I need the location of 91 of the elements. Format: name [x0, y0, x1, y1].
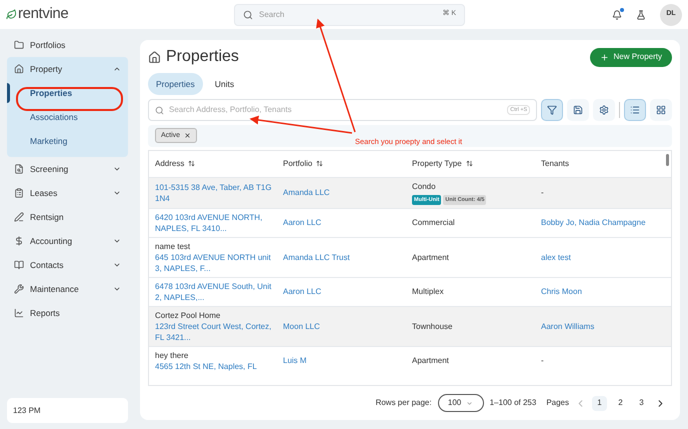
rows-per-page-label: Rows per page: [376, 397, 432, 410]
sidebar-subitem[interactable]: Properties [30, 86, 72, 100]
house-icon [14, 64, 24, 74]
folder-icon [14, 40, 24, 50]
tenant-link[interactable]: Chris Moon [541, 286, 665, 298]
save-view-button[interactable] [567, 99, 590, 121]
save-icon [573, 105, 584, 115]
list-icon [630, 105, 640, 115]
grid-icon [656, 105, 666, 115]
clipboard-icon [14, 188, 24, 198]
page-button[interactable]: 2 [613, 396, 628, 411]
sidebar-item[interactable]: Accounting [7, 229, 128, 253]
sidebar-item[interactable]: Leases [7, 181, 128, 205]
property-type: Townhouse [412, 320, 454, 333]
sort-icon [188, 160, 196, 168]
pen-icon [14, 212, 24, 222]
leaf-logo-icon [6, 9, 17, 20]
column-header[interactable]: Portfolio [283, 158, 324, 170]
sort-icon [466, 160, 473, 168]
sidebar-item[interactable]: Maintenance [7, 277, 128, 301]
flask-icon[interactable] [636, 10, 646, 20]
address-link[interactable]: 645 103rd AVENUE NORTH unit 3, NAPLES, F... [155, 252, 275, 274]
portfolio-link[interactable]: Amanda LLC [283, 187, 412, 200]
tenant-text: - [541, 187, 545, 200]
tenant-link[interactable]: Bobby Jo, Nadia Champagne [541, 217, 665, 230]
search-icon [155, 106, 164, 114]
portfolio-link[interactable]: Aaron LLC [283, 286, 412, 298]
column-header[interactable]: Property Type [412, 158, 473, 170]
tenant-text: - [541, 355, 545, 368]
chart-icon [14, 308, 24, 318]
settings-button[interactable] [593, 99, 616, 121]
property-name: Cortez Pool Home [155, 310, 222, 322]
sidebar-item[interactable]: Reports [7, 301, 128, 325]
portfolio-link[interactable]: Moon LLC [283, 320, 412, 333]
tab[interactable]: Properties [148, 73, 203, 95]
portfolio-link[interactable]: Aaron LLC [283, 217, 412, 230]
search-placeholder: Search [259, 8, 286, 20]
sidebar-item[interactable]: Contacts [7, 253, 128, 277]
tab[interactable]: Units [206, 73, 242, 95]
property-type: Apartment [412, 252, 450, 264]
pages-label: Pages [546, 397, 569, 410]
table-row[interactable]: Cortez Pool Home 123rd Street Court West, Cortez, FL 3421... Moon LLC Townhouse Aaron Williams [149, 306, 671, 346]
house-icon [148, 50, 161, 64]
portfolio-link[interactable]: Luis M [283, 355, 412, 368]
property-name: name test [155, 241, 192, 252]
portfolio-link[interactable]: Amanda LLC Trust [283, 252, 412, 264]
list-view-button[interactable] [624, 99, 646, 121]
page-button[interactable]: 1 [592, 396, 607, 411]
address-link[interactable]: 6478 103rd AVENUE South, Unit 2, NAPLES,... [155, 281, 275, 304]
tenant-link[interactable]: alex test [541, 252, 665, 264]
property-type: Multiplex [412, 286, 445, 298]
property-type: Condo [412, 180, 437, 193]
address-link[interactable]: 4565 12th St NE, Naples, FL [155, 361, 275, 372]
logo-text: rentvine [18, 4, 68, 24]
property-type: Apartment [412, 355, 450, 368]
sidebar-subitem[interactable]: Associations [30, 110, 78, 124]
page-title: Properties [166, 47, 240, 67]
plus-icon [600, 52, 609, 62]
property-type: Commercial [412, 217, 456, 230]
filter-icon [547, 105, 558, 115]
scrollbar[interactable] [666, 154, 669, 166]
notification-button[interactable] [612, 10, 622, 20]
rows-per-page-select[interactable]: 100 [438, 394, 484, 412]
chevron-down-icon [466, 400, 474, 407]
tenant-link[interactable]: Aaron Williams [541, 320, 665, 333]
address-link[interactable]: 101-5315 38 Ave, Taber, AB T1G 1N4 [155, 182, 275, 204]
search-icon [243, 10, 253, 20]
address-link[interactable]: 6420 103rd AVENUE NORTH, NAPLES, FL 3410... [155, 212, 275, 234]
column-header[interactable]: Address [155, 158, 196, 170]
wrench-icon [14, 284, 24, 294]
account-card: 123 PM [7, 398, 128, 423]
address-link[interactable]: 123rd Street Court West, Cortez, FL 3421... [155, 321, 275, 344]
sidebar-subitem[interactable]: Marketing [30, 134, 68, 148]
sidebar-item[interactable]: Rentsign [7, 205, 128, 229]
dollar-icon [14, 236, 24, 246]
close-icon [184, 132, 192, 140]
document-search-icon [14, 164, 24, 174]
column-header[interactable]: Tenants [541, 158, 570, 170]
search-placeholder: Search Address, Portfolio, Tenants [169, 104, 293, 116]
new-property-button[interactable]: New Property [590, 48, 672, 66]
settings-icon [599, 105, 610, 115]
grid-view-button[interactable] [650, 99, 672, 121]
sort-icon [316, 160, 324, 168]
page-button[interactable]: 3 [634, 396, 649, 411]
range-text: 1–100 of 253 [490, 397, 536, 410]
sidebar-item[interactable]: Portfolios [7, 33, 128, 57]
sidebar-item[interactable]: Property [7, 57, 128, 81]
sidebar-item[interactable]: Screening [7, 157, 128, 181]
book-icon [14, 260, 24, 270]
filter-button[interactable] [541, 99, 564, 121]
property-name: hey there [155, 350, 190, 362]
